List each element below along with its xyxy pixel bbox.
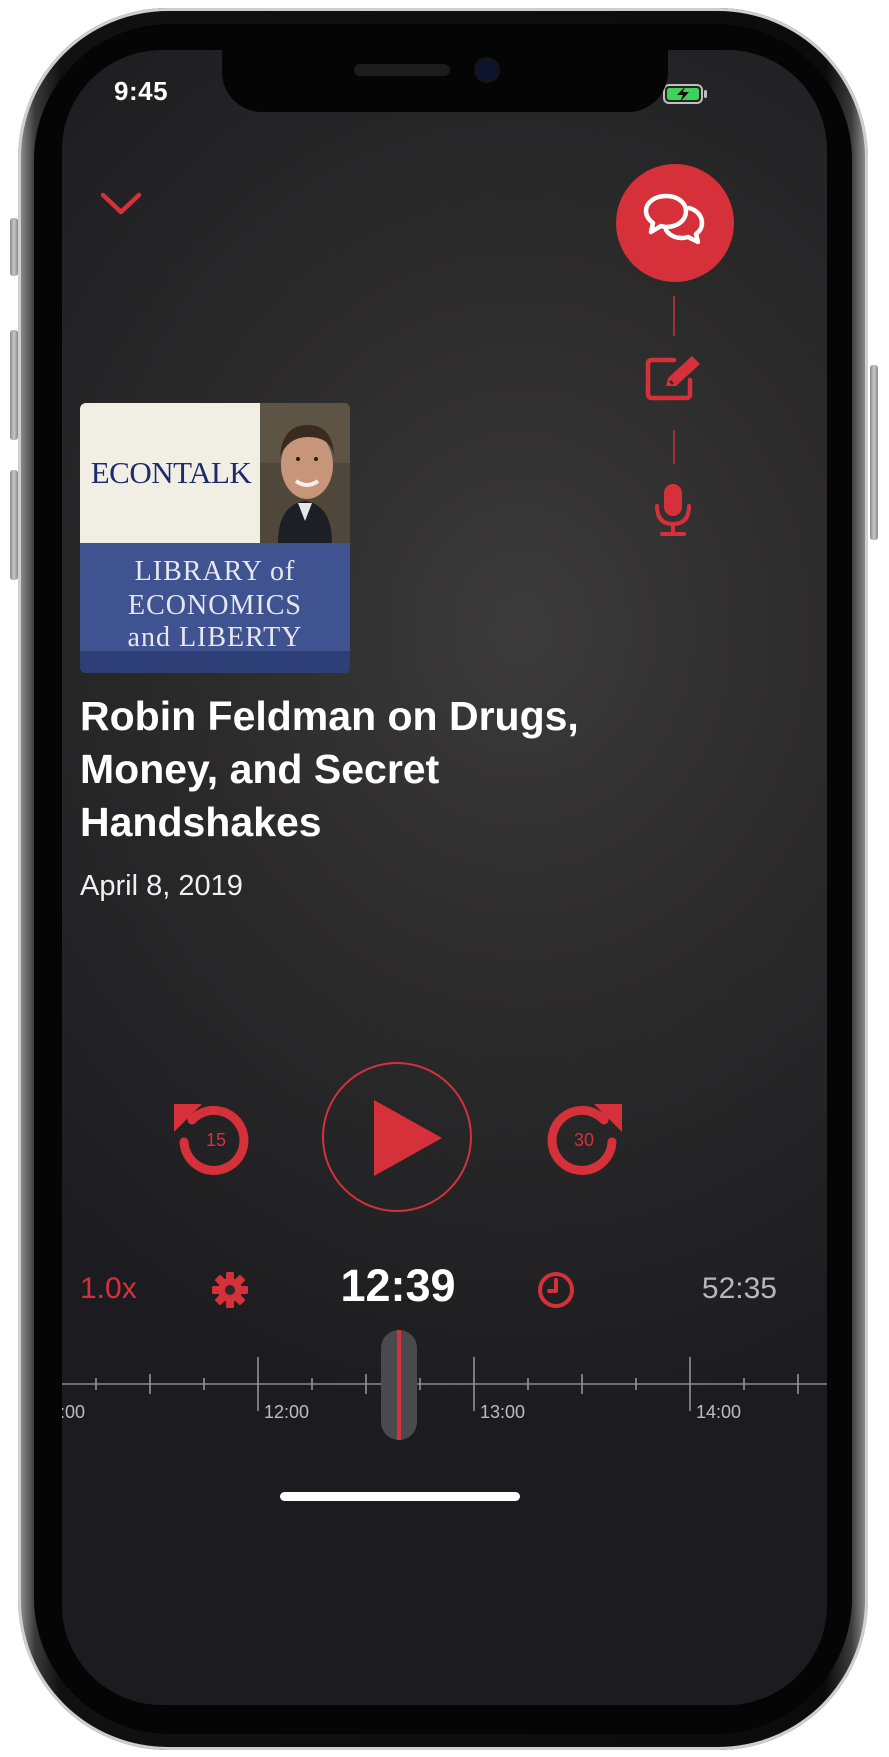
episode-title: Robin Feldman on Drugs, Money, and Secre… bbox=[80, 693, 579, 845]
play-button[interactable] bbox=[322, 1062, 472, 1212]
status-time: 9:45 bbox=[114, 76, 169, 106]
artwork-line-1: LIBRARY of bbox=[134, 556, 296, 587]
home-indicator[interactable] bbox=[280, 1492, 520, 1501]
episode-date: April 8, 2019 bbox=[80, 870, 243, 902]
play-icon bbox=[374, 1100, 442, 1176]
host-photo bbox=[260, 403, 350, 543]
podcast-artwork: ECONTALK LIBRARY of ECONOMICS and LIBERT… bbox=[80, 403, 350, 673]
volume-up-button bbox=[10, 330, 18, 440]
playhead-line bbox=[397, 1330, 401, 1440]
power-button bbox=[870, 365, 878, 540]
forward-30-button[interactable]: 30 bbox=[542, 1098, 626, 1182]
action-connector-line bbox=[673, 296, 675, 336]
timeline-label: 13:00 bbox=[480, 1402, 526, 1422]
settings-gear-icon[interactable] bbox=[210, 1270, 250, 1310]
artwork-brand-text: ECONTALK bbox=[90, 455, 252, 490]
rewind-seconds-label: 15 bbox=[205, 1130, 227, 1150]
device-notch bbox=[222, 50, 668, 112]
comments-button[interactable] bbox=[616, 164, 734, 282]
chat-bubbles-icon bbox=[643, 193, 705, 245]
silent-switch bbox=[10, 218, 18, 276]
front-camera bbox=[477, 60, 497, 80]
artwork-line-2: ECONOMICS bbox=[128, 590, 302, 621]
timeline-label: 14:00 bbox=[696, 1402, 742, 1422]
chevron-down-icon[interactable] bbox=[98, 188, 144, 218]
microphone-icon[interactable] bbox=[652, 482, 694, 538]
sleep-timer-icon[interactable] bbox=[536, 1270, 576, 1310]
artwork-bottom-band bbox=[80, 651, 350, 673]
playback-speed-button[interactable]: 1.0x bbox=[80, 1272, 137, 1306]
host-portrait-image bbox=[260, 403, 350, 543]
screen: 9:45 ECONTALK LIBRARY of ECONOMICS and L… bbox=[62, 50, 827, 1705]
remaining-time: 52:35 bbox=[701, 1272, 777, 1305]
timeline-scrubber-track[interactable] bbox=[62, 1335, 827, 1445]
artwork-line-3: and LIBERTY bbox=[127, 622, 303, 653]
timeline-label: :00 bbox=[62, 1402, 86, 1422]
current-time: 12:39 bbox=[340, 1260, 456, 1311]
volume-down-button bbox=[10, 470, 18, 580]
forward-seconds-label: 30 bbox=[573, 1130, 595, 1150]
timeline-label: 12:00 bbox=[264, 1402, 310, 1422]
action-connector-line-2 bbox=[673, 430, 675, 464]
earpiece-speaker bbox=[354, 64, 450, 76]
battery-icon bbox=[663, 84, 707, 104]
rewind-15-button[interactable]: 15 bbox=[170, 1098, 254, 1182]
edit-note-icon[interactable] bbox=[644, 354, 704, 404]
